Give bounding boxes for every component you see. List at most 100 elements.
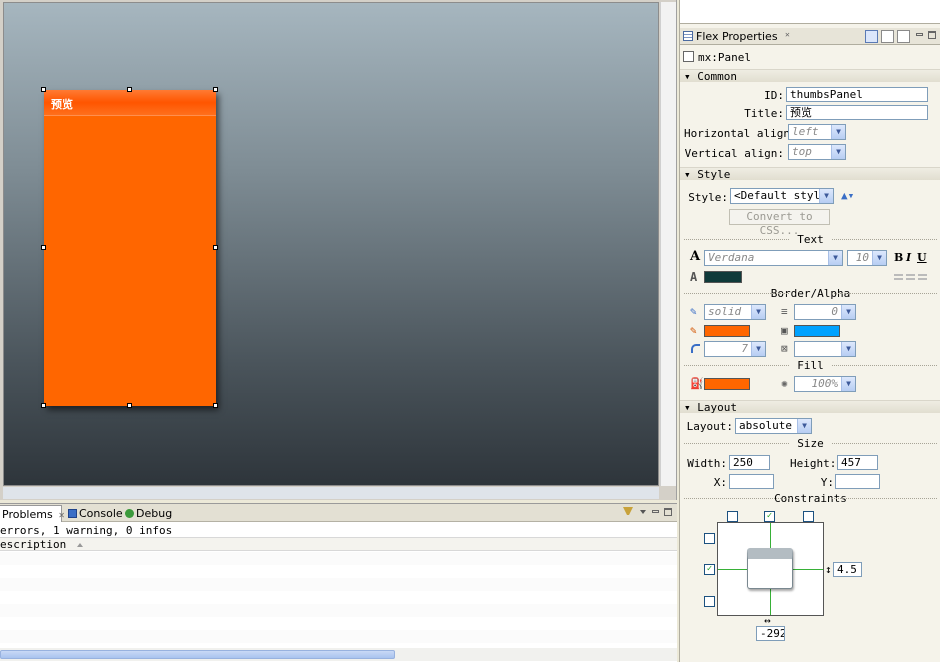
section-layout-header[interactable]: ▾ Layout bbox=[680, 400, 940, 414]
border-thickness-value: 0 bbox=[831, 305, 838, 318]
problems-list[interactable] bbox=[0, 552, 677, 648]
alpha-select[interactable]: 100% ▼ bbox=[794, 376, 856, 392]
horizontal-align-value: left bbox=[792, 125, 819, 138]
style-manager-icon[interactable]: ▲▾ bbox=[841, 190, 854, 202]
style-select[interactable]: <Default style> ▼ bbox=[730, 188, 834, 204]
panel-maximize-icon[interactable] bbox=[928, 31, 936, 39]
convert-to-css-button[interactable]: Convert to CSS... bbox=[729, 209, 830, 237]
panel-component[interactable]: 预览 bbox=[44, 90, 216, 406]
constraint-bottom-checkbox[interactable] bbox=[704, 596, 715, 607]
tab-problems-label: Problems bbox=[2, 508, 53, 521]
chevron-down-icon: ▼ bbox=[797, 419, 811, 433]
constraints-subheading: Constraints bbox=[680, 492, 940, 505]
panel-minimize-icon[interactable] bbox=[916, 33, 923, 36]
resize-handle-bottom-left[interactable] bbox=[41, 403, 46, 408]
text-color-swatch[interactable] bbox=[704, 271, 742, 283]
chevron-down-icon: ▼ bbox=[751, 305, 765, 319]
tab-console-label: Console bbox=[79, 507, 123, 520]
properties-icon bbox=[683, 31, 693, 41]
filter-icon[interactable] bbox=[623, 507, 633, 517]
column-header-description[interactable]: escription bbox=[0, 537, 677, 551]
font-family-select[interactable]: Verdana ▼ bbox=[704, 250, 843, 266]
scrollbar-thumb[interactable] bbox=[0, 650, 395, 659]
underline-button[interactable]: U bbox=[917, 252, 927, 264]
section-style-header[interactable]: ▾ Style bbox=[680, 167, 940, 181]
view-menu-icon[interactable] bbox=[640, 510, 646, 514]
resize-handle-top-right[interactable] bbox=[213, 87, 218, 92]
horizontal-align-select[interactable]: left ▼ bbox=[788, 124, 846, 140]
constraint-hcenter-checkbox[interactable]: ✓ bbox=[764, 511, 775, 522]
border-color-swatch[interactable] bbox=[704, 325, 750, 337]
design-horizontal-scrollbar[interactable] bbox=[3, 487, 659, 499]
bold-button[interactable]: B bbox=[894, 252, 903, 264]
constraint-top-checkbox[interactable] bbox=[704, 533, 715, 544]
text-subheading: Text bbox=[680, 233, 940, 246]
align-center-icon[interactable] bbox=[906, 274, 915, 280]
constraint-bottom-value[interactable]: -292 bbox=[756, 626, 785, 641]
border-sides-select[interactable]: ▼ bbox=[794, 341, 856, 357]
width-field[interactable]: 250 bbox=[729, 455, 770, 470]
resize-handle-middle-left[interactable] bbox=[41, 245, 46, 250]
corner-radius-select[interactable]: 7 ▼ bbox=[704, 341, 766, 357]
title-label: Title: bbox=[744, 107, 784, 120]
standard-view-icon[interactable] bbox=[865, 30, 878, 43]
section-layout-label: Layout bbox=[697, 401, 737, 414]
chevron-down-icon: ▼ bbox=[841, 342, 855, 356]
y-field[interactable] bbox=[835, 474, 880, 489]
background-color-swatch[interactable] bbox=[794, 325, 840, 337]
border-style-select[interactable]: solid ▼ bbox=[704, 304, 766, 320]
resize-handle-top-left[interactable] bbox=[41, 87, 46, 92]
minimize-icon[interactable] bbox=[652, 510, 659, 513]
vertical-align-select[interactable]: top ▼ bbox=[788, 144, 846, 160]
fill-color-icon: ⛽ bbox=[690, 377, 704, 390]
y-label: Y: bbox=[820, 476, 834, 489]
debug-bug-icon bbox=[125, 509, 134, 518]
align-left-icon[interactable] bbox=[894, 274, 903, 280]
font-size-value: 10 bbox=[855, 251, 869, 264]
tab-console[interactable]: Console bbox=[65, 505, 123, 522]
panel-title: 预览 bbox=[44, 90, 216, 116]
chevron-down-icon: ▼ bbox=[751, 342, 765, 356]
properties-close-icon[interactable]: ✕ bbox=[785, 30, 790, 39]
align-right-icon[interactable] bbox=[918, 274, 927, 280]
tab-close-icon[interactable]: ✕ bbox=[58, 511, 65, 520]
problems-horizontal-scrollbar[interactable] bbox=[0, 648, 677, 661]
chevron-down-icon: ▼ bbox=[828, 251, 842, 265]
tab-debug[interactable]: Debug bbox=[122, 505, 172, 522]
alphabetical-view-icon[interactable] bbox=[897, 30, 910, 43]
x-field[interactable] bbox=[729, 474, 774, 489]
constraint-vcenter-checkbox[interactable]: ✓ bbox=[704, 564, 715, 575]
background-color-icon: ▣ bbox=[781, 324, 788, 337]
layout-select[interactable]: absolute ▼ bbox=[735, 418, 812, 434]
id-field[interactable]: thumbsPanel bbox=[786, 87, 928, 102]
resize-handle-bottom-center[interactable] bbox=[127, 403, 132, 408]
maximize-icon[interactable] bbox=[664, 508, 672, 516]
constraint-right-value[interactable]: 4.5 bbox=[833, 562, 862, 577]
tab-problems[interactable]: Problems ✕ bbox=[0, 505, 65, 522]
text-color-icon: A bbox=[690, 270, 698, 284]
resize-handle-middle-right[interactable] bbox=[213, 245, 218, 250]
id-label: ID: bbox=[764, 89, 784, 102]
constraint-right-checkbox[interactable] bbox=[803, 511, 814, 522]
fill-color-swatch[interactable] bbox=[704, 378, 750, 390]
resize-handle-bottom-right[interactable] bbox=[213, 403, 218, 408]
section-common-header[interactable]: ▾ Common bbox=[680, 69, 940, 83]
border-style-icon: ✎ bbox=[690, 305, 697, 318]
bottom-tab-bar: Problems ✕ Console Debug bbox=[0, 504, 677, 522]
font-icon: A bbox=[690, 249, 701, 264]
vertical-resize-icon: ↕ bbox=[825, 563, 832, 576]
category-view-icon[interactable] bbox=[881, 30, 894, 43]
italic-button[interactable]: I bbox=[906, 252, 911, 264]
font-size-select[interactable]: 10 ▼ bbox=[847, 250, 887, 266]
design-canvas[interactable]: 预览 bbox=[3, 2, 659, 486]
title-field[interactable]: 预览 bbox=[786, 105, 928, 120]
constraint-left-checkbox[interactable] bbox=[727, 511, 738, 522]
console-icon bbox=[68, 509, 77, 518]
design-vertical-scrollbar[interactable] bbox=[660, 2, 676, 486]
properties-tab-title[interactable]: Flex Properties bbox=[696, 30, 778, 43]
border-thickness-select[interactable]: 0 ▼ bbox=[794, 304, 856, 320]
horizontal-align-label: Horizontal align: bbox=[684, 127, 797, 140]
height-field[interactable]: 457 bbox=[837, 455, 878, 470]
resize-handle-top-center[interactable] bbox=[127, 87, 132, 92]
alpha-value: 100% bbox=[811, 377, 839, 390]
